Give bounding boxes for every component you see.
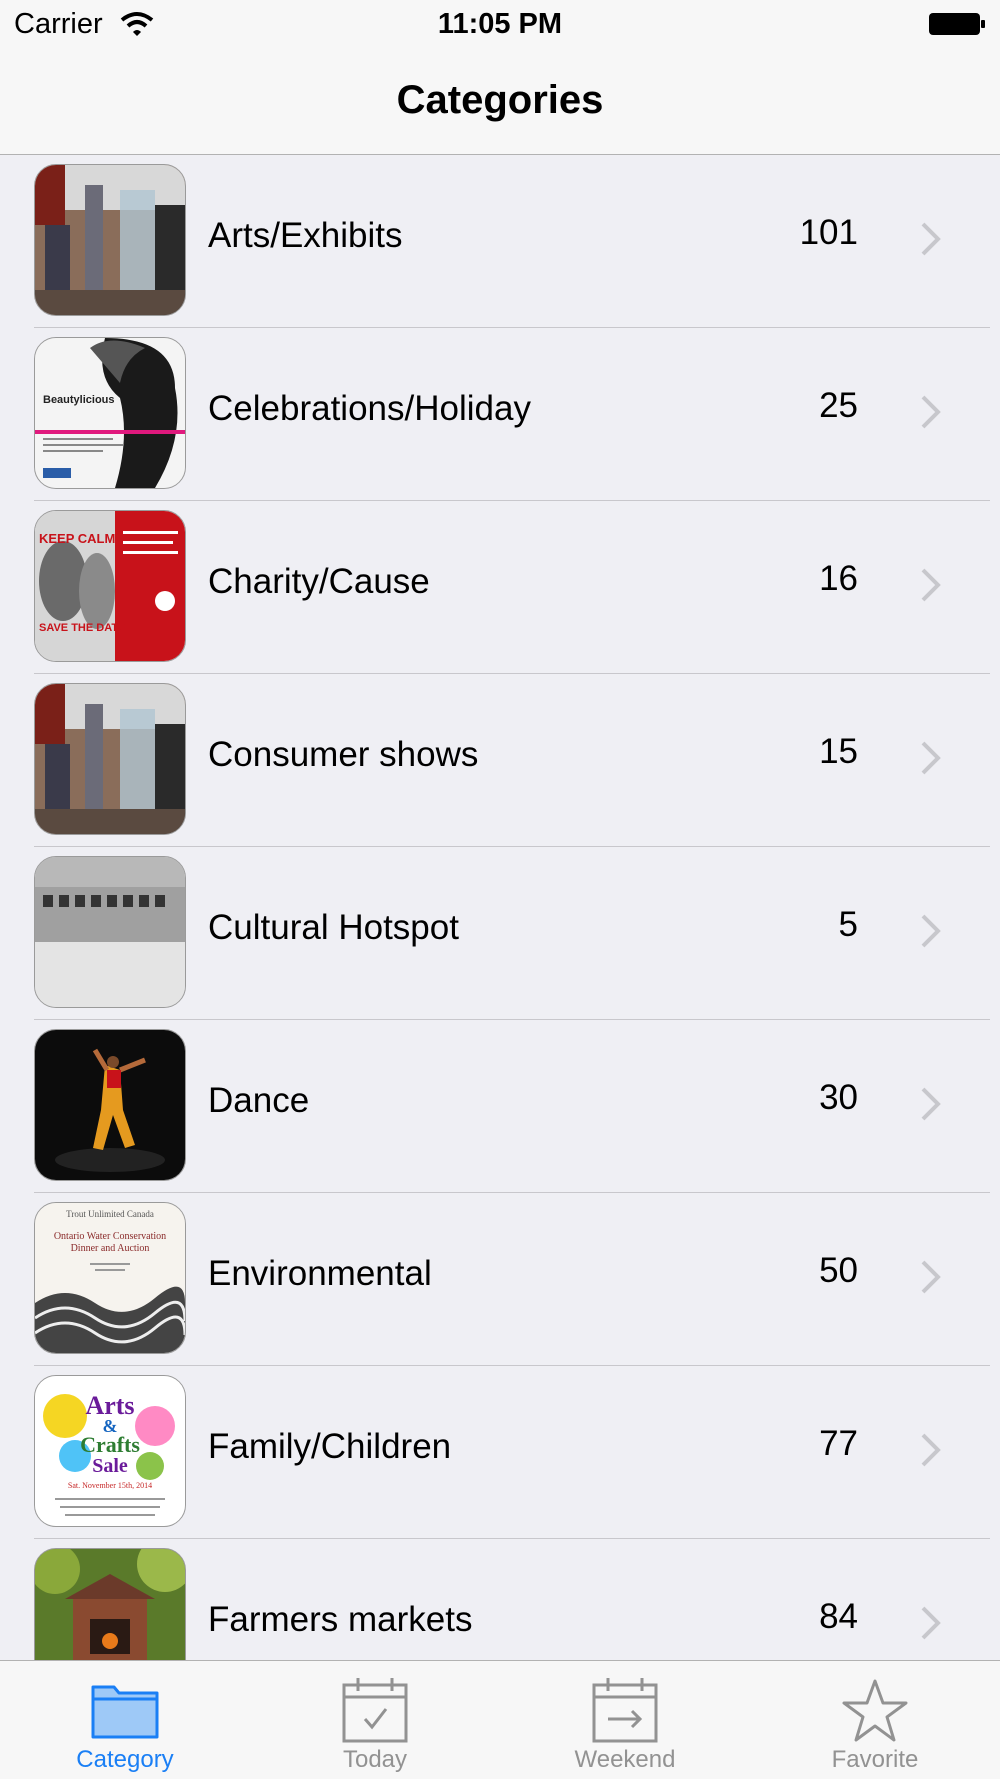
tab-label: Favorite	[831, 1746, 919, 1773]
category-label: Arts/Exhibits	[208, 216, 403, 255]
category-thumbnail	[34, 856, 186, 1008]
category-row-consumer-shows[interactable]: Consumer shows 15	[0, 674, 1000, 847]
category-label: Celebrations/Holiday	[208, 389, 531, 428]
chevron-right-icon	[921, 1260, 941, 1294]
category-thumbnail	[34, 164, 186, 316]
thumbnail-text-sale: Sale	[92, 1455, 128, 1477]
category-label: Family/Children	[208, 1427, 452, 1466]
category-thumbnail	[34, 1029, 186, 1181]
thumbnail-text-ontario: Ontario Water Conservation	[54, 1231, 166, 1242]
calendar-arrow-icon	[592, 1678, 658, 1743]
category-label: Environmental	[208, 1254, 432, 1293]
tab-today[interactable]: Today	[250, 1661, 500, 1779]
chevron-right-icon	[921, 222, 941, 256]
category-row-family-children[interactable]: Arts & Crafts Sale Sat. November 15th, 2…	[0, 1366, 1000, 1539]
category-count: 30	[819, 1078, 858, 1117]
category-row-environmental[interactable]: Trout Unlimited Canada Ontario Water Con…	[0, 1193, 1000, 1366]
page-title: Categories	[396, 78, 604, 122]
category-row-charity-cause[interactable]: KEEP CALM SAVE THE DATE Charity/Cause 16	[0, 501, 1000, 674]
thumbnail-text-dinner: Dinner and Auction	[71, 1243, 150, 1254]
battery-icon	[929, 13, 985, 35]
chevron-right-icon	[921, 395, 941, 429]
thumbnail-text-beautylicious: Beautylicious	[43, 394, 115, 406]
category-count: 84	[819, 1597, 858, 1636]
category-count: 50	[819, 1251, 858, 1290]
category-thumbnail: Beautylicious	[34, 337, 186, 489]
category-count: 101	[799, 213, 858, 252]
tab-label: Weekend	[574, 1746, 676, 1773]
category-label: Charity/Cause	[208, 562, 430, 601]
tab-weekend[interactable]: Weekend	[500, 1661, 750, 1779]
category-row-dance[interactable]: Dance 30	[0, 1020, 1000, 1193]
tab-label: Category	[76, 1746, 174, 1773]
category-thumbnail	[34, 683, 186, 835]
category-thumbnail	[34, 1548, 186, 1660]
category-row-arts-exhibits[interactable]: Arts/Exhibits 101	[0, 155, 1000, 328]
chevron-right-icon	[921, 1606, 941, 1640]
status-time: 11:05 PM	[437, 8, 563, 40]
tab-bar: Category Today Weekend Favorite	[0, 1660, 1000, 1779]
chevron-right-icon	[921, 914, 941, 948]
tab-label: Today	[342, 1746, 408, 1773]
category-thumbnail: Arts & Crafts Sale Sat. November 15th, 2…	[34, 1375, 186, 1527]
category-label: Dance	[208, 1081, 310, 1120]
category-count: 5	[838, 905, 858, 944]
category-count: 77	[819, 1424, 858, 1463]
category-thumbnail: Trout Unlimited Canada Ontario Water Con…	[34, 1202, 186, 1354]
category-row-farmers-markets[interactable]: Farmers markets 84	[0, 1539, 1000, 1660]
tab-favorite[interactable]: Favorite	[750, 1661, 1000, 1779]
thumbnail-text-save-date: SAVE THE DATE	[39, 622, 125, 634]
category-list[interactable]: Arts/Exhibits 101 Beautylicious Celebrat…	[0, 155, 1000, 1660]
calendar-check-icon	[342, 1678, 408, 1743]
category-count: 15	[819, 732, 858, 771]
category-label: Consumer shows	[208, 735, 479, 774]
thumbnail-text-keep-calm: KEEP CALM	[39, 531, 115, 546]
thumbnail-text-sale-date: Sat. November 15th, 2014	[68, 1481, 152, 1490]
thumbnail-text-trout: Trout Unlimited Canada	[66, 1209, 154, 1219]
category-row-celebrations-holiday[interactable]: Beautylicious Celebrations/Holiday 25	[0, 328, 1000, 501]
category-count: 25	[819, 386, 858, 425]
category-count: 16	[819, 559, 858, 598]
chevron-right-icon	[921, 1433, 941, 1467]
chevron-right-icon	[921, 568, 941, 602]
category-row-cultural-hotspot[interactable]: Cultural Hotspot 5	[0, 847, 1000, 1020]
navigation-bar: Categories	[0, 50, 1000, 155]
category-thumbnail: KEEP CALM SAVE THE DATE	[34, 510, 186, 662]
category-label: Farmers markets	[208, 1600, 473, 1639]
tab-category[interactable]: Category	[0, 1661, 250, 1779]
folder-icon	[91, 1685, 159, 1739]
chevron-right-icon	[921, 741, 941, 775]
chevron-right-icon	[921, 1087, 941, 1121]
status-bar: Carrier 11:05 PM	[0, 0, 1000, 50]
thumbnail-text-crafts: Crafts	[80, 1432, 140, 1457]
category-label: Cultural Hotspot	[208, 908, 459, 947]
star-icon	[842, 1679, 908, 1742]
